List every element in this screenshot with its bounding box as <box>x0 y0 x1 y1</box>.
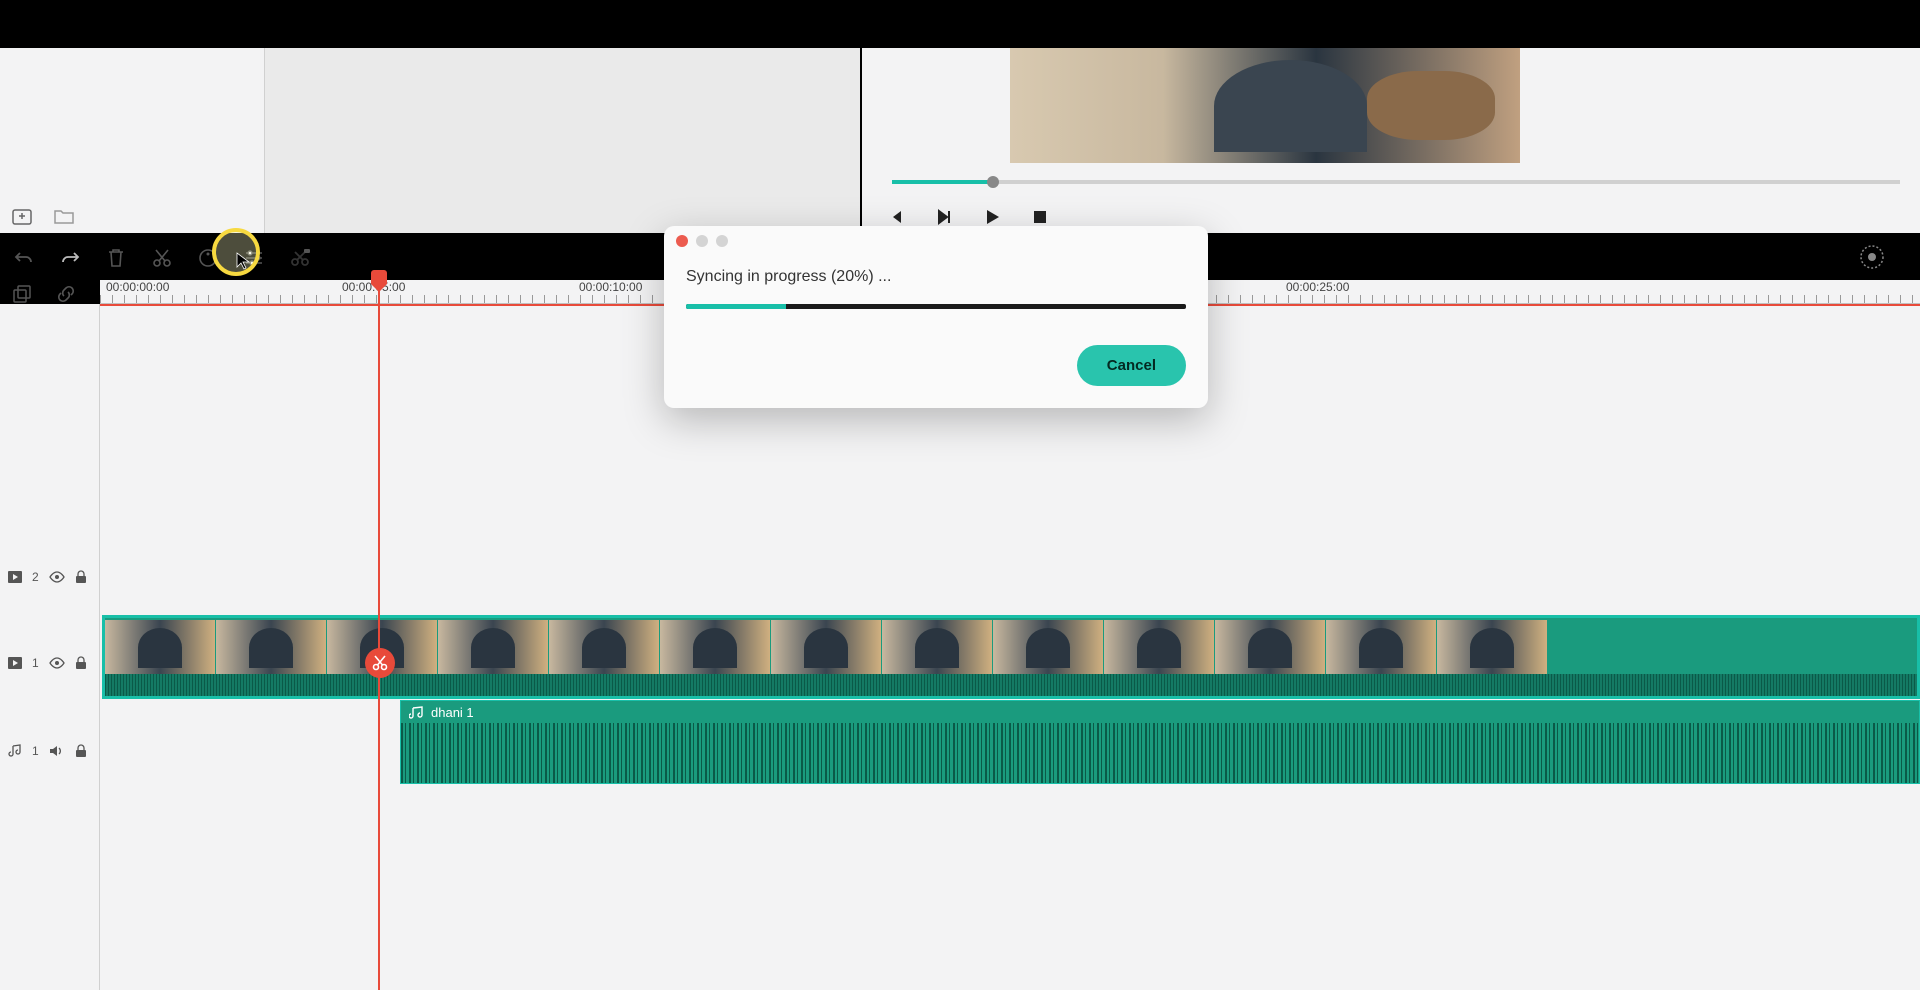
dialog-actions: Cancel <box>686 345 1186 386</box>
playhead[interactable] <box>378 272 380 990</box>
trash-icon <box>107 248 125 268</box>
ruler-label: 00:00:25:00 <box>1286 280 1349 294</box>
close-dot[interactable] <box>676 235 688 247</box>
video-thumbnail <box>1104 620 1214 676</box>
app-titlebar <box>0 0 1920 48</box>
ruler-label: 00:00:10:00 <box>579 280 642 294</box>
video-icon <box>8 657 22 669</box>
folder-icon[interactable] <box>52 204 76 228</box>
undo-icon <box>14 250 34 266</box>
video-thumbnail <box>1326 620 1436 676</box>
scissors-icon <box>152 248 172 268</box>
video-thumbnail <box>1215 620 1325 676</box>
import-media-icon[interactable] <box>10 204 34 228</box>
audio-track-1-header: 1 <box>0 736 100 766</box>
lock-icon[interactable] <box>75 744 87 758</box>
lock-icon[interactable] <box>75 570 87 584</box>
redo-icon <box>60 250 80 266</box>
minimize-dot <box>696 235 708 247</box>
video-track-1-header: 1 <box>0 648 100 678</box>
video-icon <box>8 571 22 583</box>
eye-icon[interactable] <box>49 657 65 669</box>
preview-video[interactable] <box>1010 48 1520 163</box>
music-icon <box>409 706 425 720</box>
maximize-dot <box>716 235 728 247</box>
sync-button[interactable] <box>286 244 314 272</box>
record-icon <box>1859 244 1885 270</box>
sync-icon <box>289 248 311 268</box>
color-button[interactable] <box>194 244 222 272</box>
video-thumbnail <box>105 620 215 676</box>
dialog-body: Syncing in progress (20%) ... Cancel <box>664 256 1208 408</box>
delete-button[interactable] <box>102 244 130 272</box>
audio-clip[interactable]: dhani 1 <box>400 700 1920 784</box>
play-icon <box>983 208 1001 226</box>
cut-button[interactable] <box>148 244 176 272</box>
video-thumbnail <box>438 620 548 676</box>
center-panel <box>265 48 860 233</box>
cancel-button[interactable]: Cancel <box>1077 345 1186 386</box>
audio-waveform <box>401 723 1919 783</box>
palette-icon <box>198 248 218 268</box>
video-thumbnail <box>660 620 770 676</box>
sync-status-text: Syncing in progress (20%) ... <box>686 268 1186 286</box>
track-number: 1 <box>32 744 39 758</box>
undo-button[interactable] <box>10 244 38 272</box>
preview-progress-thumb[interactable] <box>987 176 999 188</box>
video-thumbnail <box>771 620 881 676</box>
track-number: 1 <box>32 656 39 670</box>
sync-progress-bar <box>686 304 1186 309</box>
preview-panel <box>862 48 1920 233</box>
scissors-icon <box>371 654 389 672</box>
link-icon <box>56 284 76 304</box>
track-number: 2 <box>32 570 39 584</box>
video-track-2-header: 2 <box>0 562 100 592</box>
video-thumbnail <box>882 620 992 676</box>
prev-frame-icon <box>887 208 905 226</box>
sync-progress-dialog: Syncing in progress (20%) ... Cancel <box>664 226 1208 408</box>
dialog-titlebar <box>664 226 1208 256</box>
audio-clip-name: dhani 1 <box>431 705 474 720</box>
playhead-marker[interactable] <box>371 270 387 284</box>
preview-progress-fill <box>892 180 993 184</box>
step-icon <box>935 208 953 226</box>
media-toolbar <box>10 204 76 228</box>
video-thumbnail <box>549 620 659 676</box>
track-controls-column: 2 1 1 <box>0 304 100 990</box>
music-icon <box>8 744 22 758</box>
speaker-icon[interactable] <box>49 744 65 758</box>
video-thumbnail <box>216 620 326 676</box>
audio-clip-label: dhani 1 <box>409 705 474 720</box>
duplicate-icon <box>12 284 32 304</box>
redo-button[interactable] <box>56 244 84 272</box>
playhead-scissor-marker[interactable] <box>365 648 395 678</box>
timeline-toolbar <box>10 244 314 272</box>
video-thumbnail <box>1437 620 1547 676</box>
preview-progress-bar[interactable] <box>892 180 1900 184</box>
stop-icon <box>1032 209 1048 225</box>
eye-icon[interactable] <box>49 571 65 583</box>
record-button[interactable] <box>1859 244 1885 270</box>
sync-progress-fill <box>686 304 786 309</box>
ruler-label: 00:00:00:00 <box>106 280 169 294</box>
cursor-icon <box>236 252 250 270</box>
lock-icon[interactable] <box>75 656 87 670</box>
video-thumbnail <box>993 620 1103 676</box>
